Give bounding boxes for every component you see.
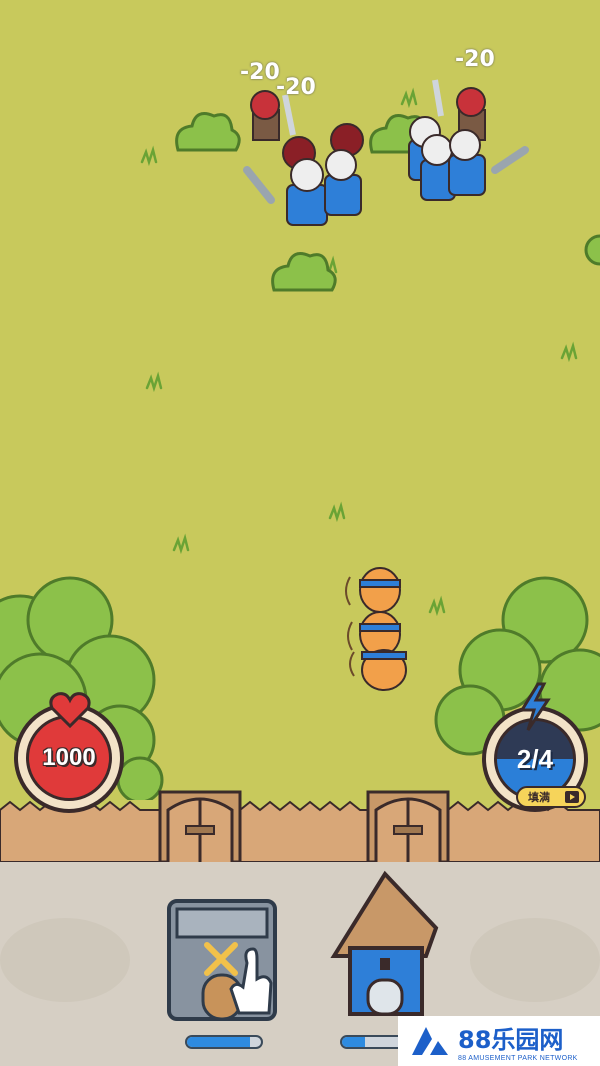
archery-progress-fill bbox=[342, 1037, 366, 1047]
barracks-progress-fill bbox=[187, 1037, 250, 1047]
empty-slots bbox=[0, 918, 600, 1002]
archery-house-icon bbox=[330, 870, 439, 1016]
watermark-brand: 88乐园网 bbox=[458, 1026, 564, 1054]
lightning-icon bbox=[519, 682, 551, 731]
archer-squad[interactable] bbox=[342, 552, 412, 692]
health-value: 1000 bbox=[42, 744, 96, 771]
barracks-progress bbox=[185, 1035, 263, 1049]
barracks-build-button[interactable] bbox=[163, 893, 281, 1023]
energy-value: 2/4 bbox=[516, 743, 554, 774]
damage-text: -20 bbox=[455, 47, 495, 72]
watermark: 88乐园网 88 AMUSEMENT PARK NETWORK bbox=[398, 1016, 600, 1066]
watermark-logo-icon bbox=[412, 1027, 448, 1055]
barracks-icon bbox=[167, 899, 277, 1021]
archery-build-button[interactable] bbox=[330, 868, 440, 1020]
heart-icon bbox=[49, 692, 91, 729]
video-ad-icon bbox=[565, 791, 579, 803]
battle-group-right bbox=[408, 79, 529, 201]
damage-text: -20 bbox=[240, 60, 280, 85]
energy-fill-label: 填满 bbox=[528, 791, 550, 804]
energy-fill-button[interactable]: 填满 bbox=[516, 786, 586, 808]
watermark-subtitle: 88 AMUSEMENT PARK NETWORK bbox=[458, 1055, 578, 1062]
battle-group-left bbox=[243, 90, 364, 226]
damage-text: -20 bbox=[276, 75, 316, 100]
